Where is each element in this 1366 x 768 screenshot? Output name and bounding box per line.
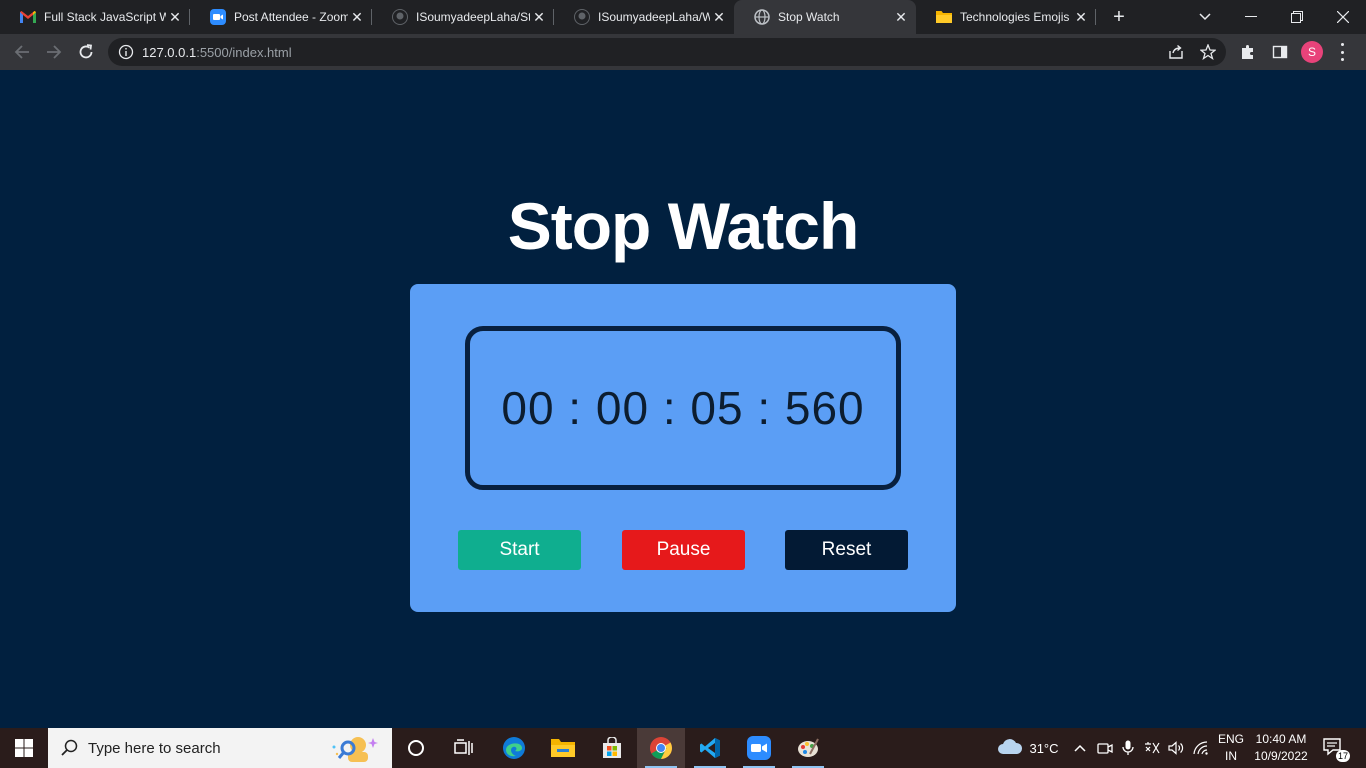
github-icon [392, 9, 408, 25]
time-display: 00 : 00 : 05 : 560 [465, 326, 901, 490]
tab-title: Post Attendee - Zoom [234, 10, 348, 24]
folder-icon [936, 9, 952, 25]
windows-taskbar: Type here to search 31°C ENG IN 10:40 AM… [0, 728, 1366, 768]
profile-avatar[interactable]: S [1301, 41, 1323, 63]
microphone-icon[interactable] [1118, 728, 1138, 768]
globe-icon [754, 9, 770, 25]
side-panel-icon[interactable] [1270, 42, 1290, 62]
minimize-button[interactable] [1228, 0, 1274, 34]
taskbar-clock[interactable]: 10:40 AM 10/9/2022 [1250, 731, 1312, 765]
page-title: Stop Watch [507, 189, 860, 263]
page-content: Stop Watch 00 : 00 : 05 : 560 Start Paus… [0, 70, 1366, 728]
notification-count-badge: 17 [1335, 750, 1350, 762]
bookmark-star-icon[interactable] [1198, 42, 1218, 62]
site-info-icon[interactable] [118, 44, 134, 60]
volume-icon[interactable] [1166, 728, 1186, 768]
close-tab-icon[interactable]: ✕ [348, 8, 366, 26]
cloud-icon [997, 738, 1023, 758]
url-text: 127.0.0.1:5500/index.html [142, 44, 292, 60]
stopwatch-card: 00 : 00 : 05 : 560 Start Pause Reset [410, 284, 956, 612]
tab-title: ISoumyadeepLaha/Wc [598, 10, 710, 24]
camera-icon[interactable] [1095, 728, 1115, 768]
browser-menu-icon[interactable] [1340, 43, 1344, 61]
close-tab-icon[interactable]: ✕ [1072, 8, 1090, 26]
windows-start-icon[interactable] [0, 728, 48, 768]
pause-button[interactable]: Pause [622, 530, 745, 570]
tab-title: ISoumyadeepLaha/Stc [416, 10, 530, 24]
tab-stop-watch[interactable]: Stop Watch ✕ [734, 0, 916, 34]
new-tab-button[interactable]: + [1108, 6, 1130, 28]
tab-post-attendee-zoom[interactable]: Post Attendee - Zoom ✕ [190, 0, 372, 34]
clock-time: 10:40 AM [1255, 732, 1307, 746]
zoom-icon [210, 9, 226, 25]
gmail-icon [20, 9, 36, 25]
close-window-button[interactable] [1320, 0, 1366, 34]
reload-icon[interactable] [74, 40, 98, 64]
input-method-icon[interactable] [1142, 728, 1162, 768]
share-icon[interactable] [1166, 42, 1186, 62]
task-view-icon[interactable] [440, 728, 488, 768]
edge-icon[interactable] [490, 728, 538, 768]
start-button[interactable]: Start [458, 530, 581, 570]
wifi-icon[interactable] [1190, 728, 1212, 768]
file-explorer-icon[interactable] [539, 728, 587, 768]
search-placeholder: Type here to search [88, 739, 221, 757]
close-tab-icon[interactable]: ✕ [892, 8, 910, 26]
reset-button[interactable]: Reset [785, 530, 908, 570]
search-icon [60, 738, 80, 758]
tab-github-repo[interactable]: ISoumyadeepLaha/Wc ✕ [554, 0, 734, 34]
tab-technologies-emojis[interactable]: Technologies Emojis | ✕ [916, 0, 1096, 34]
taskbar-search-box[interactable]: Type here to search [48, 728, 392, 768]
browser-toolbar: 127.0.0.1:5500/index.html S [0, 34, 1366, 70]
search-highlight-icon [328, 734, 380, 767]
address-bar[interactable]: 127.0.0.1:5500/index.html [108, 38, 1226, 66]
weather-widget[interactable]: 31°C [994, 728, 1062, 768]
weather-temperature: 31°C [1029, 740, 1059, 756]
chrome-icon[interactable] [637, 728, 685, 768]
show-hidden-icons-chevron-icon[interactable] [1070, 728, 1090, 768]
zoom-app-icon[interactable] [735, 728, 783, 768]
tab-github-stopwatch[interactable]: ISoumyadeepLaha/Stc ✕ [372, 0, 554, 34]
close-tab-icon[interactable]: ✕ [710, 8, 728, 26]
tab-title: Technologies Emojis | [960, 10, 1072, 24]
vscode-icon[interactable] [686, 728, 734, 768]
close-tab-icon[interactable]: ✕ [166, 8, 184, 26]
clock-date: 10/9/2022 [1254, 749, 1308, 763]
restore-button[interactable] [1274, 0, 1320, 34]
tab-full-stack-javascript[interactable]: Full Stack JavaScript W ✕ [0, 0, 190, 34]
language-indicator[interactable]: ENG IN [1214, 731, 1248, 765]
tab-title: Full Stack JavaScript W [44, 10, 166, 24]
browser-tab-strip: Full Stack JavaScript W ✕ Post Attendee … [0, 0, 1366, 34]
forward-arrow-icon[interactable] [42, 40, 66, 64]
paint-app-icon[interactable] [784, 728, 832, 768]
cortana-icon[interactable] [392, 728, 440, 768]
tab-search-chevron-icon[interactable] [1182, 0, 1228, 34]
close-tab-icon[interactable]: ✕ [530, 8, 548, 26]
extensions-puzzle-icon[interactable] [1238, 42, 1258, 62]
tab-title: Stop Watch [778, 10, 840, 24]
microsoft-store-icon[interactable] [588, 728, 636, 768]
back-arrow-icon[interactable] [10, 40, 34, 64]
notification-center-icon[interactable]: 17 [1322, 736, 1350, 762]
github-icon [574, 9, 590, 25]
